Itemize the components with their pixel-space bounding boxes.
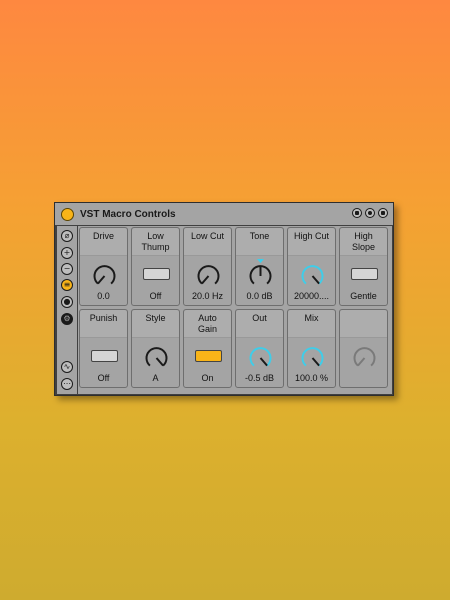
macro-label — [340, 310, 387, 338]
randomize-icon[interactable]: ∿ — [61, 361, 73, 373]
save-preset-icon[interactable] — [352, 208, 362, 218]
macro-label: Low Cut — [184, 228, 231, 256]
out-knob[interactable] — [247, 344, 274, 371]
macro-label: Mix — [288, 310, 335, 338]
style-knob[interactable] — [143, 344, 170, 371]
settings-icon[interactable]: ⚙ — [61, 313, 73, 325]
tone-knob[interactable] — [247, 258, 274, 285]
macro-value: 100.0 % — [294, 373, 329, 383]
macro-sidebar: ⌀ + − ≡ ● ⚙ ∿ ⋯ — [57, 226, 77, 394]
auto-gain-toggle[interactable] — [195, 350, 222, 362]
macro-list-icon[interactable]: ≡ — [61, 279, 73, 291]
macro-empty[interactable] — [339, 309, 388, 388]
macro-style[interactable]: Style A — [131, 309, 180, 388]
drive-knob[interactable] — [91, 262, 118, 289]
macro-value: 0.0 dB — [246, 291, 273, 301]
macro-auto-gain[interactable]: Auto Gain On — [183, 309, 232, 388]
macro-tone[interactable]: Tone 0.0 dB — [235, 227, 284, 306]
macro-punish[interactable]: Punish Off — [79, 309, 128, 388]
macro-low-cut[interactable]: Low Cut 20.0 Hz — [183, 227, 232, 306]
device-power-button[interactable] — [61, 207, 74, 221]
low-thump-toggle[interactable] — [143, 268, 170, 280]
macro-label: Drive — [80, 228, 127, 256]
add-icon[interactable]: + — [61, 247, 73, 259]
macro-label: Low Thump — [132, 228, 179, 256]
record-icon[interactable]: ● — [61, 296, 73, 308]
macro-value: On — [201, 373, 214, 383]
punish-toggle[interactable] — [91, 350, 118, 362]
macro-label: Tone — [236, 228, 283, 256]
macro-panel: Drive 0.0 Low Thump Off Low Cut 20.0 Hz … — [78, 226, 392, 394]
macro-value: 20.0 Hz — [191, 291, 224, 301]
high-slope-toggle[interactable] — [351, 268, 378, 280]
macro-label: Out — [236, 310, 283, 338]
macro-high-slope[interactable]: High Slope Gentle — [339, 227, 388, 306]
low-cut-knob[interactable] — [195, 262, 222, 289]
save-icon[interactable] — [378, 208, 388, 218]
vst-macro-controls-device: VST Macro Controls ⌀ + − ≡ ● ⚙ ∿ ⋯ Drive… — [54, 202, 394, 396]
hot-swap-icon[interactable] — [365, 208, 375, 218]
remove-icon[interactable]: − — [61, 263, 73, 275]
macro-value: Gentle — [350, 291, 377, 301]
macro-label: Auto Gain — [184, 310, 231, 338]
macro-low-thump[interactable]: Low Thump Off — [131, 227, 180, 306]
macro-label: Style — [132, 310, 179, 338]
device-title-bar[interactable]: VST Macro Controls — [55, 203, 393, 225]
more-icon[interactable]: ⋯ — [61, 378, 73, 390]
macro-label: High Cut — [288, 228, 335, 256]
macro-value: Off — [97, 373, 110, 383]
macro-value: Off — [149, 291, 162, 301]
device-title: VST Macro Controls — [80, 208, 176, 220]
pin-icon[interactable]: ⌀ — [61, 230, 73, 242]
macro-value: A — [152, 373, 159, 383]
macro-label: Punish — [80, 310, 127, 338]
macro-high-cut[interactable]: High Cut 20000.... — [287, 227, 336, 306]
macro-value: 20000.... — [293, 291, 330, 301]
high-cut-knob[interactable] — [299, 262, 326, 289]
macro-value: 0.0 — [97, 291, 110, 301]
mix-knob[interactable] — [299, 344, 326, 371]
macro-mix[interactable]: Mix 100.0 % — [287, 309, 336, 388]
macro-out[interactable]: Out -0.5 dB — [235, 309, 284, 388]
macro-value: -0.5 dB — [244, 373, 275, 383]
macro-drive[interactable]: Drive 0.0 — [79, 227, 128, 306]
macro-label: High Slope — [340, 228, 387, 256]
empty-knob — [353, 347, 376, 367]
